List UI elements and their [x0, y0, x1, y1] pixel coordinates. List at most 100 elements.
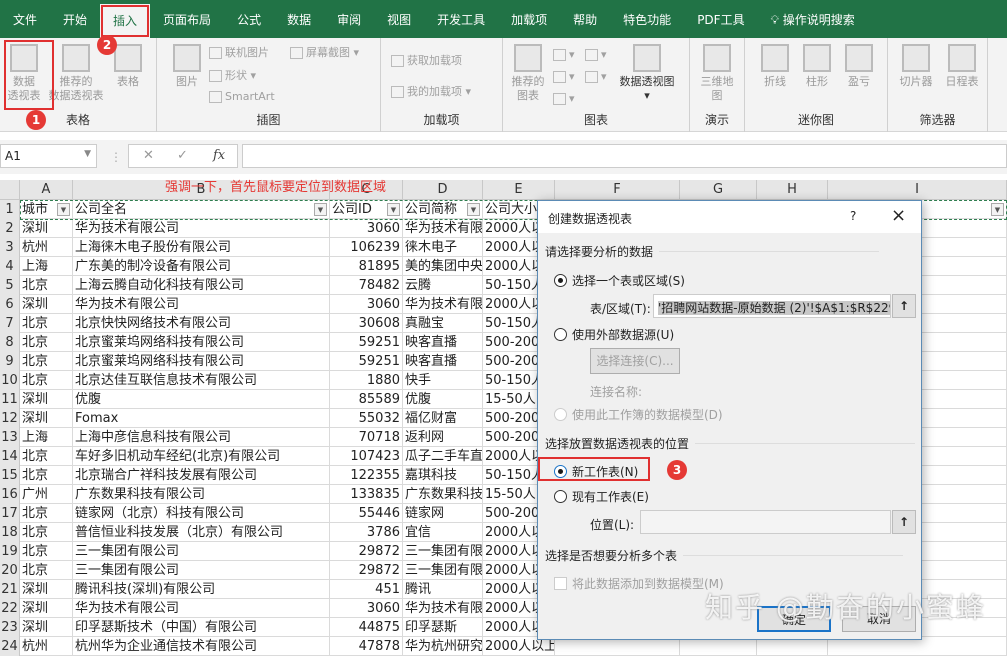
tab-5[interactable]: 数据	[274, 0, 324, 38]
row-header[interactable]: 13	[0, 428, 20, 447]
cell[interactable]: 59251	[330, 352, 403, 371]
cell[interactable]: 上海	[20, 428, 73, 447]
radio-external-source[interactable]: 使用外部数据源(U)	[554, 326, 674, 343]
cell[interactable]: 公司简称 ▼	[403, 200, 483, 219]
help-button[interactable]: ?	[850, 209, 856, 223]
cell[interactable]: 深圳	[20, 580, 73, 599]
tab-2[interactable]: 插入	[100, 4, 151, 38]
cell[interactable]: 美的集团中央空调	[403, 257, 483, 276]
column-header[interactable]: E	[483, 180, 555, 200]
cell[interactable]: 北京蜜莱坞网络科技有限公司	[73, 352, 330, 371]
tab-10[interactable]: 帮助	[560, 0, 610, 38]
cell[interactable]: 北京瑞合广祥科技发展有限公司	[73, 466, 330, 485]
column-header[interactable]: H	[757, 180, 828, 200]
row-header[interactable]: 21	[0, 580, 20, 599]
cell[interactable]: 华为技术有限公司	[73, 599, 330, 618]
row-header[interactable]: 11	[0, 390, 20, 409]
cell[interactable]: 华为技术有限公司	[73, 295, 330, 314]
filter-dropdown-icon[interactable]: ▼	[991, 203, 1004, 216]
cell[interactable]: 深圳	[20, 295, 73, 314]
cell[interactable]: 瓜子二手车直卖网	[403, 447, 483, 466]
row-header[interactable]: 5	[0, 276, 20, 295]
slicer-button[interactable]: 切片器	[894, 44, 938, 89]
cell[interactable]: 华为杭州研究所	[403, 637, 483, 656]
row-header[interactable]: 1	[0, 200, 20, 219]
cell[interactable]: 印孚瑟斯	[403, 618, 483, 637]
cell[interactable]: 55032	[330, 409, 403, 428]
cell[interactable]: 133835	[330, 485, 403, 504]
smartart-button[interactable]: SmartArt	[209, 90, 275, 103]
cell[interactable]: 杭州	[20, 637, 73, 656]
cell[interactable]: 杭州	[20, 238, 73, 257]
cell[interactable]: 云腾	[403, 276, 483, 295]
cell[interactable]: 北京	[20, 276, 73, 295]
cell[interactable]: 81895	[330, 257, 403, 276]
column-header[interactable]: A	[20, 180, 73, 200]
row-header[interactable]: 8	[0, 333, 20, 352]
cell[interactable]: 北京	[20, 447, 73, 466]
column-header[interactable]: I	[828, 180, 1007, 200]
pivotchart-button[interactable]: 数据透视图 ▾	[615, 44, 679, 103]
cell[interactable]: 普信恒业科技发展（北京）有限公司	[73, 523, 330, 542]
row-header[interactable]: 18	[0, 523, 20, 542]
cell[interactable]: 腾讯	[403, 580, 483, 599]
cell[interactable]: 优腹	[403, 390, 483, 409]
tab-0[interactable]: 文件	[0, 0, 50, 38]
cell[interactable]: 3786	[330, 523, 403, 542]
cell[interactable]: 映客直播	[403, 333, 483, 352]
cell[interactable]: Fomax	[73, 409, 330, 428]
cell[interactable]: 嘉琪科技	[403, 466, 483, 485]
cell[interactable]: 车好多旧机动车经纪(北京)有限公司	[73, 447, 330, 466]
cell[interactable]: 70718	[330, 428, 403, 447]
shapes-button[interactable]: 形状 ▾	[209, 67, 256, 83]
get-addins-button[interactable]: 获取加载项	[391, 52, 462, 68]
cell[interactable]: 三一集团有限公司	[403, 542, 483, 561]
row-header[interactable]: 12	[0, 409, 20, 428]
fx-icon[interactable]: fx	[213, 148, 225, 163]
cell[interactable]: 链家网	[403, 504, 483, 523]
cell[interactable]: 3060	[330, 295, 403, 314]
row-header[interactable]: 17	[0, 504, 20, 523]
cell[interactable]: 北京	[20, 352, 73, 371]
cell[interactable]: 30608	[330, 314, 403, 333]
column-chart-button[interactable]: ▾	[553, 48, 575, 61]
waterfall-chart-button[interactable]: ▾	[585, 70, 607, 83]
cell[interactable]: 深圳	[20, 390, 73, 409]
row-header[interactable]: 20	[0, 561, 20, 580]
cell[interactable]: 上海徕木电子股份有限公司	[73, 238, 330, 257]
row-header[interactable]: 16	[0, 485, 20, 504]
filter-dropdown-icon[interactable]: ▼	[57, 203, 70, 216]
cell[interactable]: 上海中彦信息科技有限公司	[73, 428, 330, 447]
cell[interactable]: 三一集团有限公司	[73, 542, 330, 561]
row-header[interactable]: 19	[0, 542, 20, 561]
cell[interactable]: 广东美的制冷设备有限公司	[73, 257, 330, 276]
cell[interactable]: 三一集团有限公司	[403, 561, 483, 580]
cell[interactable]: 深圳	[20, 409, 73, 428]
my-addins-button[interactable]: 我的加载项 ▾	[391, 83, 471, 99]
choose-connection-button[interactable]: 选择连接(C)...	[590, 348, 680, 374]
enter-icon[interactable]: ✓	[177, 148, 188, 163]
close-button[interactable]: ×	[891, 205, 906, 226]
cell[interactable]: 福亿财富	[403, 409, 483, 428]
cell[interactable]: 北京	[20, 333, 73, 352]
column-header[interactable]: G	[680, 180, 757, 200]
row-header[interactable]: 22	[0, 599, 20, 618]
row-header[interactable]: 15	[0, 466, 20, 485]
row-header[interactable]: 6	[0, 295, 20, 314]
tab-6[interactable]: 审阅	[324, 0, 374, 38]
location-input[interactable]	[640, 510, 891, 534]
row-header[interactable]: 23	[0, 618, 20, 637]
cell[interactable]: 深圳	[20, 618, 73, 637]
tab-7[interactable]: 视图	[374, 0, 424, 38]
cell[interactable]: 3060	[330, 219, 403, 238]
cell[interactable]: 华为技术有限公司	[403, 219, 483, 238]
filter-dropdown-icon[interactable]: ▼	[467, 203, 480, 216]
cell[interactable]: 映客直播	[403, 352, 483, 371]
radio-table-range[interactable]: 选择一个表或区域(S)	[554, 272, 685, 289]
tab-9[interactable]: 加载项	[498, 0, 560, 38]
3d-map-button[interactable]: 三维地 图	[696, 44, 738, 103]
cell[interactable]: 北京	[20, 561, 73, 580]
cell[interactable]: 北京快快网络技术有限公司	[73, 314, 330, 333]
row-header[interactable]: 4	[0, 257, 20, 276]
cell[interactable]: 华为技术有限公司	[403, 295, 483, 314]
